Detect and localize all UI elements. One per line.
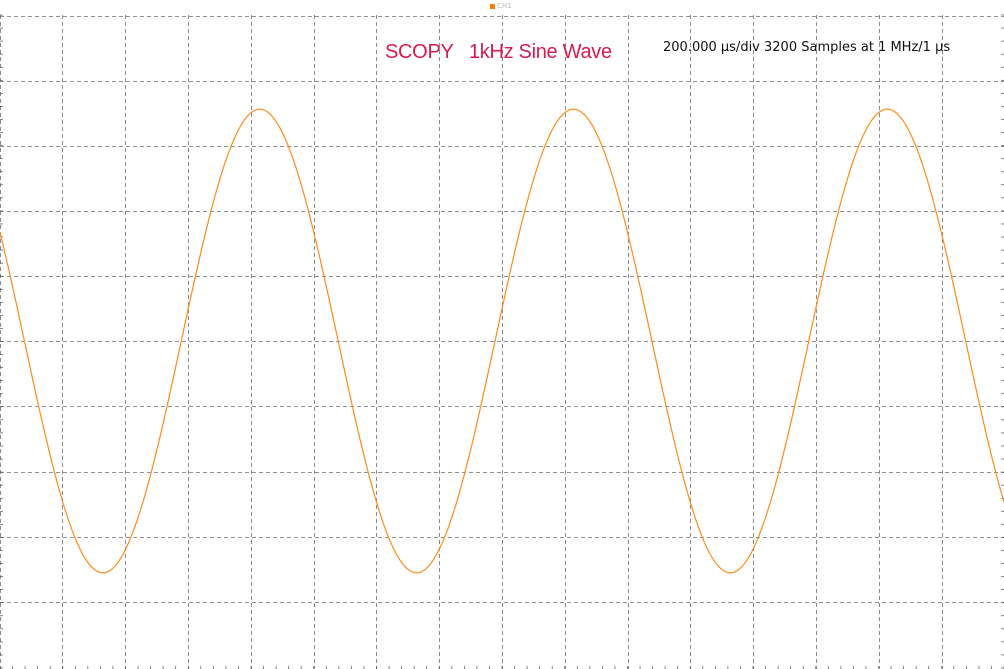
grid-lines	[0, 15, 1004, 669]
oscilloscope-plot[interactable]	[0, 0, 1004, 669]
ch1-trace	[0, 108, 1004, 574]
grid-ticks	[0, 14, 1004, 669]
plot-title: SCOPY 1kHz Sine Wave	[385, 41, 612, 63]
ch1-legend-swatch	[490, 3, 495, 9]
ch1-legend-label: CH1	[497, 2, 512, 10]
timebase-readout: 200.000 µs/div 3200 Samples at 1 MHz/1 µ…	[663, 40, 951, 55]
channel-legend[interactable]: CH1	[490, 2, 512, 10]
